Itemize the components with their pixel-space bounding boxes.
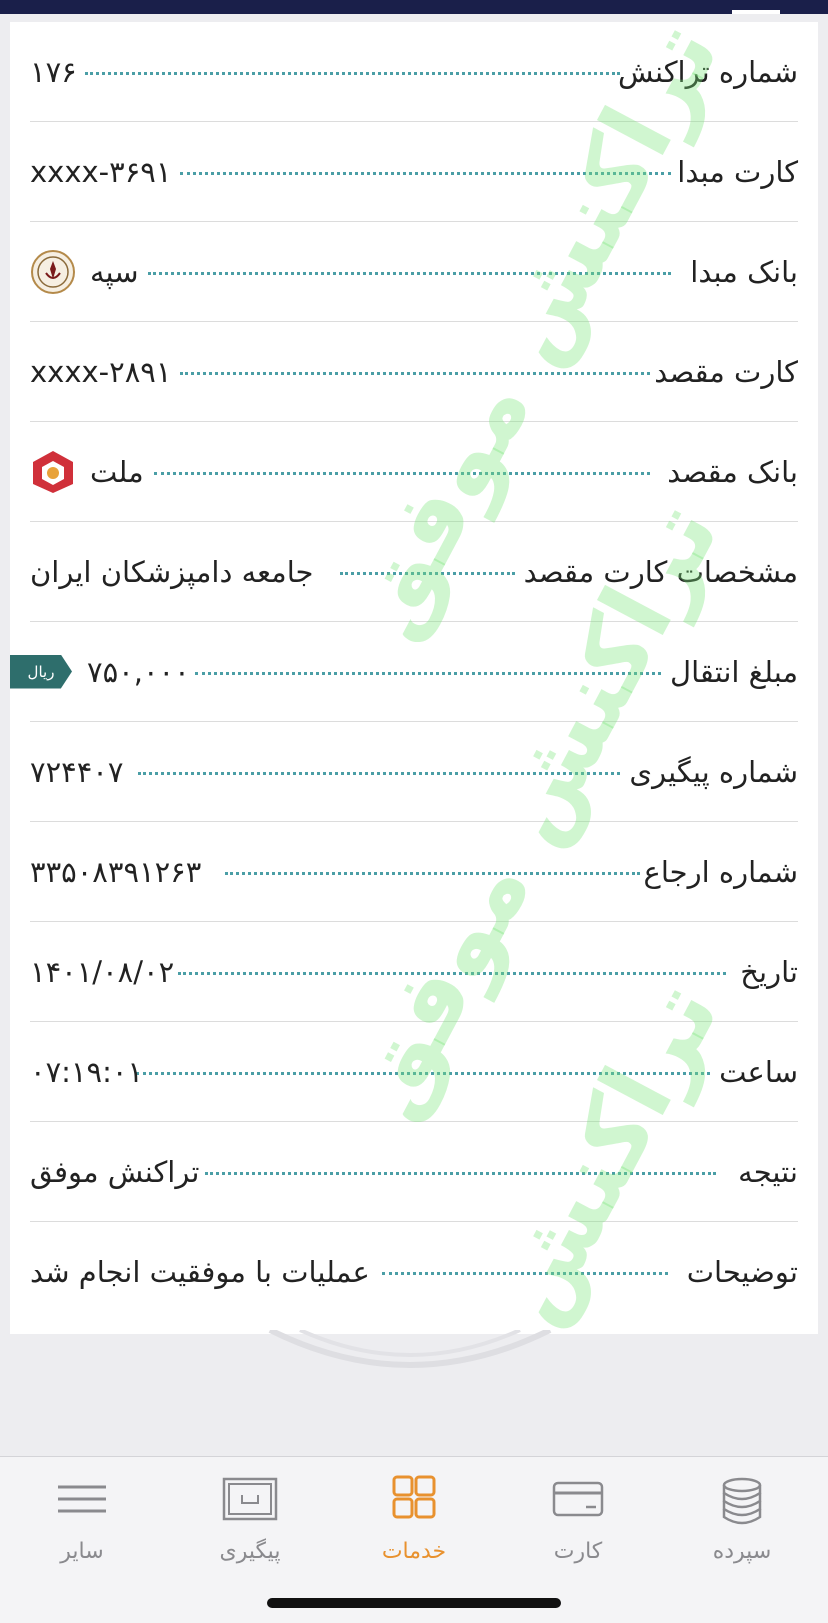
row-value: ۰۷:۱۹:۰۱ [30, 1055, 143, 1089]
grid-services-icon [392, 1475, 436, 1519]
transfer-amount-value: ۷۵۰,۰۰۰ [87, 654, 190, 689]
source-bank-value: سپه [90, 254, 139, 289]
row-destination-card-owner: مشخصات کارت مقصد جامعه دامپزشکان ایران [30, 522, 798, 622]
transaction-number-value: ۱۷۶ [30, 54, 77, 89]
row-label: نتیجه [738, 1154, 798, 1189]
bank-mellat-logo-icon [33, 450, 73, 493]
row-result: نتیجه تراکنش موفق [30, 1122, 798, 1222]
row-value: xxxx-۳۶۹۱ [30, 155, 171, 189]
tab-label: سایر [60, 1539, 104, 1564]
dotted-leader [195, 671, 661, 675]
row-label: ساعت [719, 1054, 798, 1089]
row-value: عملیات با موفقیت انجام شد [30, 1255, 370, 1289]
coins-stack-icon [722, 1477, 762, 1525]
row-label: تاریخ [740, 954, 798, 989]
credit-card-icon [552, 1481, 604, 1517]
tab-label: سپرده [712, 1539, 772, 1564]
description-value: عملیات با موفقیت انجام شد [30, 1255, 370, 1289]
row-destination-bank: بانک مقصد ملت [30, 422, 798, 522]
tab-label: کارت [553, 1539, 603, 1564]
row-value: ۱۴۰۱/۰۸/۰۲ [30, 955, 174, 989]
row-transaction-number: شماره تراکنش ۱۷۶ [30, 22, 798, 122]
dotted-leader [154, 471, 650, 475]
row-value: ۱۷۶ [30, 55, 77, 89]
row-time: ساعت ۰۷:۱۹:۰۱ [30, 1022, 798, 1122]
row-value: xxxx-۲۸۹۱ [30, 355, 171, 389]
date-value: ۱۴۰۱/۰۸/۰۲ [30, 954, 175, 989]
dotted-leader [340, 571, 515, 575]
row-source-bank: بانک مبدا سپه [30, 222, 798, 322]
row-label: شماره ارجاع [643, 854, 798, 889]
bank-sepah-logo-icon [31, 249, 75, 294]
tab-card[interactable]: کارت [508, 1467, 648, 1577]
row-date: تاریخ ۱۴۰۱/۰۸/۰۲ [30, 922, 798, 1022]
row-label: شماره پیگیری [629, 754, 798, 789]
row-value: سپه [30, 249, 139, 295]
dotted-leader [136, 1071, 710, 1075]
tab-services[interactable]: خدمات [344, 1467, 484, 1577]
row-value: جامعه دامپزشکان ایران [30, 555, 313, 589]
receipt-card: شماره تراکنش ۱۷۶ کارت مبدا xxxx-۳۶۹۱ بان… [10, 22, 818, 1334]
row-value: ملت [30, 449, 144, 495]
row-source-card: کارت مبدا xxxx-۳۶۹۱ [30, 122, 798, 222]
dotted-leader [85, 71, 620, 75]
tab-label: خدمات [381, 1539, 447, 1564]
result-value: تراکنش موفق [30, 1154, 200, 1189]
row-label: شماره تراکنش [618, 54, 798, 89]
top-status-bar [0, 0, 828, 14]
row-tracking-number: شماره پیگیری ۷۲۴۴۰۷ [30, 722, 798, 822]
reference-number-value: ۳۳۵۰۸۳۹۱۲۶۳ [30, 854, 202, 889]
row-destination-card: کارت مقصد xxxx-۲۸۹۱ [30, 322, 798, 422]
dotted-leader [138, 771, 620, 775]
row-value: تراکنش موفق [30, 1155, 199, 1189]
tab-label: پیگیری [219, 1539, 281, 1564]
row-label: مبلغ انتقال [670, 654, 798, 689]
tracking-box-icon [222, 1477, 278, 1521]
dotted-leader [180, 171, 671, 175]
row-label: کارت مقصد [654, 354, 798, 389]
card-owner-value: جامعه دامپزشکان ایران [30, 554, 314, 589]
row-value: ۷۲۴۴۰۷ [30, 755, 123, 789]
row-value: ۳۳۵۰۸۳۹۱۲۶۳ [30, 855, 201, 889]
row-label: بانک مقصد [667, 454, 798, 489]
row-transfer-amount: مبلغ انتقال ریال ۷۵۰,۰۰۰ [10, 622, 798, 722]
dotted-leader [225, 871, 640, 875]
faded-emblem-icon [268, 1330, 552, 1368]
destination-bank-value: ملت [90, 454, 144, 489]
tracking-number-value: ۷۲۴۴۰۷ [30, 754, 124, 789]
source-card-value: xxxx-۳۶۹۱ [30, 154, 172, 189]
menu-lines-icon [58, 1485, 106, 1513]
row-label: کارت مبدا [677, 154, 798, 189]
row-label: مشخصات کارت مقصد [523, 554, 798, 589]
dotted-leader [205, 1171, 716, 1175]
row-description: توضیحات عملیات با موفقیت انجام شد [30, 1222, 798, 1322]
tab-tracking[interactable]: پیگیری [180, 1467, 320, 1577]
receipt-rows: شماره تراکنش ۱۷۶ کارت مبدا xxxx-۳۶۹۱ بان… [10, 22, 818, 1334]
dotted-leader [178, 971, 726, 975]
time-value: ۰۷:۱۹:۰۱ [30, 1054, 143, 1089]
tab-deposit[interactable]: سپرده [672, 1467, 812, 1577]
currency-unit-badge: ریال [10, 654, 72, 689]
home-indicator[interactable] [267, 1598, 561, 1608]
dotted-leader [148, 271, 671, 275]
tab-other[interactable]: سایر [12, 1467, 152, 1577]
row-value: ۷۵۰,۰۰۰ [87, 655, 190, 689]
row-reference-number: شماره ارجاع ۳۳۵۰۸۳۹۱۲۶۳ [30, 822, 798, 922]
row-label: بانک مبدا [690, 254, 798, 289]
row-label: توضیحات [686, 1255, 798, 1289]
dotted-leader [382, 1272, 668, 1275]
status-indicator [732, 10, 780, 14]
dotted-leader [180, 371, 650, 375]
destination-card-value: xxxx-۲۸۹۱ [30, 354, 172, 389]
